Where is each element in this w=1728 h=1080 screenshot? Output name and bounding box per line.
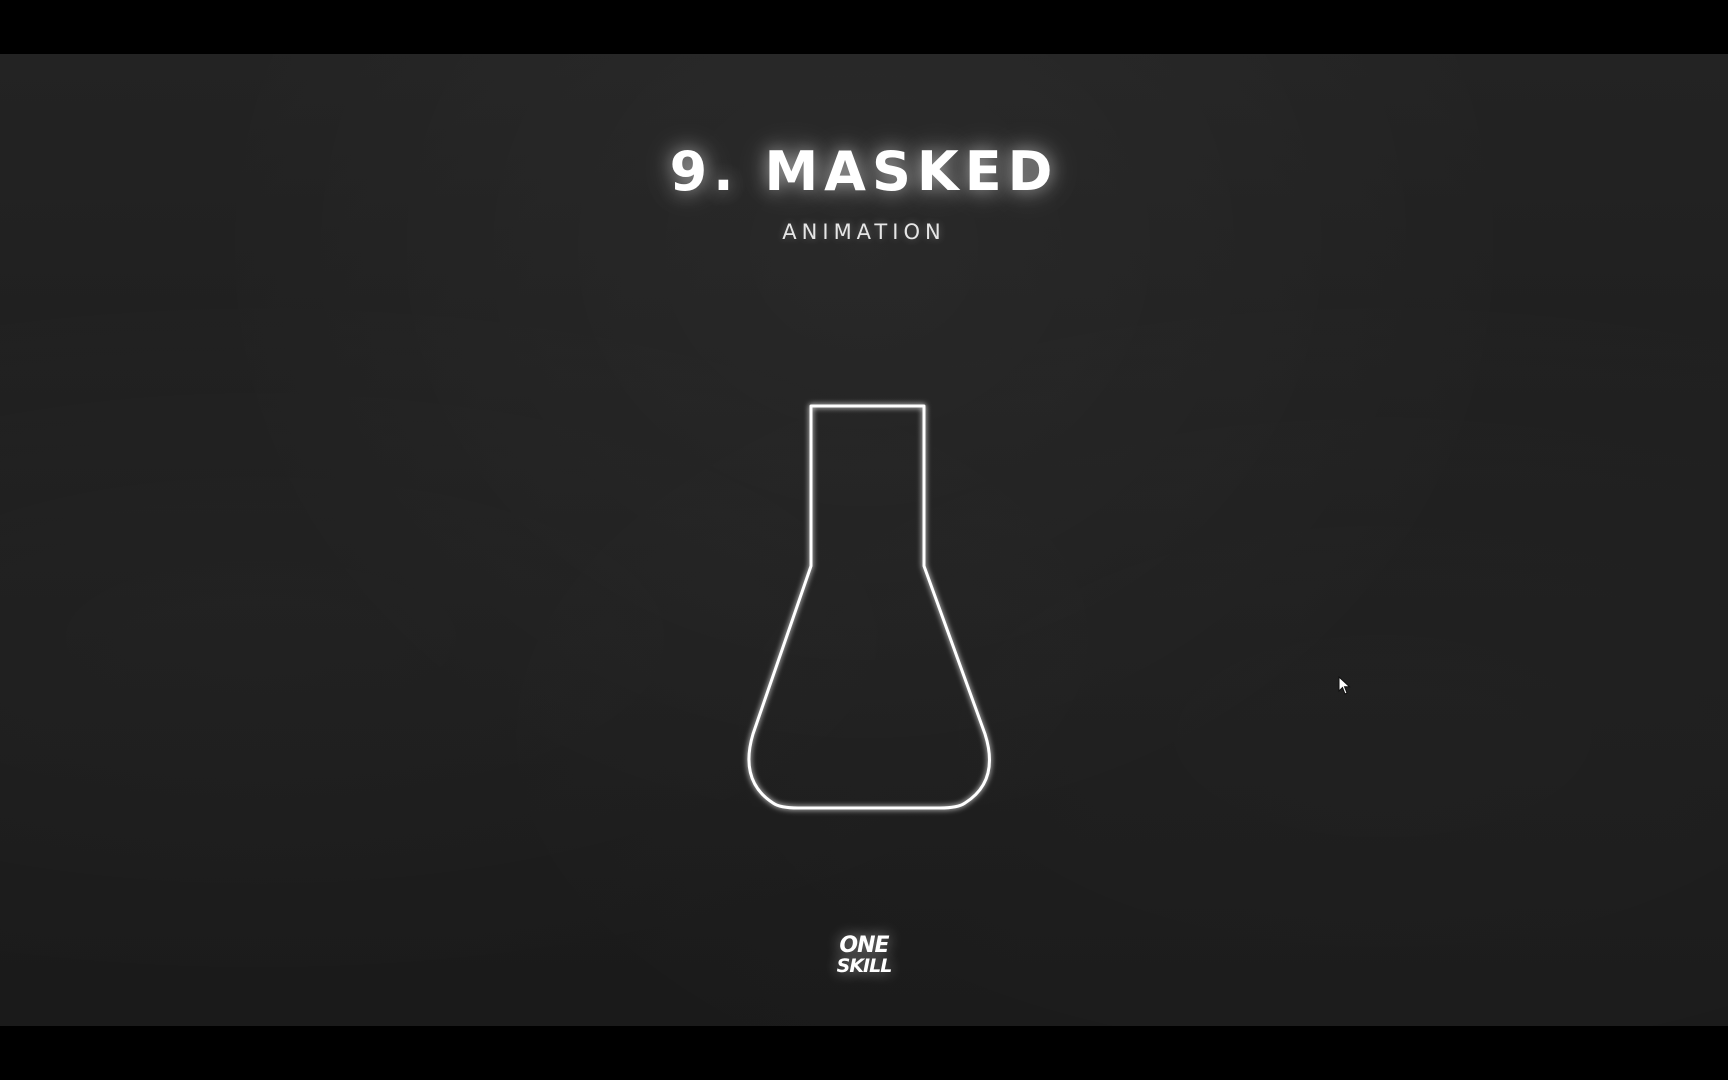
flask-outline-icon (747, 404, 991, 810)
oneskill-logo: ONE SKILL (822, 933, 906, 982)
presentation-screen: 9. MASKED ANIMATION ONE SKILL (0, 0, 1728, 1080)
logo-line-one: ONE (839, 933, 889, 958)
slide-canvas[interactable]: 9. MASKED ANIMATION ONE SKILL (0, 54, 1728, 1026)
mouse-pointer-icon (1338, 676, 1351, 695)
logo-line-two: SKILL (836, 955, 893, 977)
slide-subtitle: ANIMATION (782, 220, 946, 244)
slide-title: 9. MASKED (669, 140, 1059, 203)
